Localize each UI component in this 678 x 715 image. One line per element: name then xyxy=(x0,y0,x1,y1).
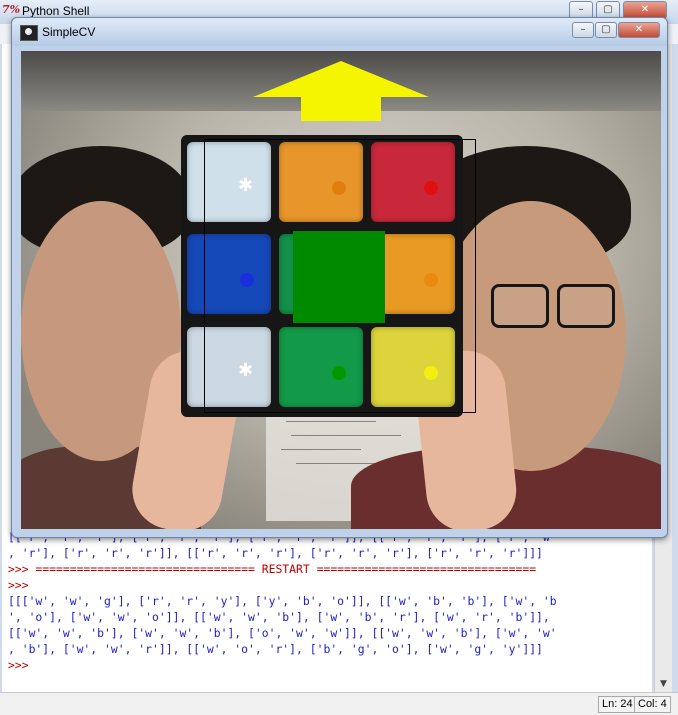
camera-icon xyxy=(20,25,38,41)
sticker-marker xyxy=(332,273,346,287)
shell-window-title: Python Shell xyxy=(22,4,90,18)
sticker-marker: ✱ xyxy=(238,175,254,196)
shell-output-line: , 'b'], ['w', 'w', 'r']], [['w', 'o', 'r… xyxy=(8,642,543,656)
glasses-left-lens xyxy=(491,284,549,328)
sticker-marker: ✱ xyxy=(238,360,254,381)
simplecv-close-button[interactable]: ✕ xyxy=(618,22,660,38)
shell-output-line: [['w', 'w', 'b'], ['w', 'w', 'b'], ['o',… xyxy=(8,626,557,640)
sticker-marker xyxy=(424,181,438,195)
sticker-marker xyxy=(332,181,346,195)
shell-output-line: >>> xyxy=(8,578,36,592)
column-number-indicator: Col: 4 xyxy=(634,696,671,713)
shell-output-line: >>> ================================ RES… xyxy=(8,562,537,576)
simplecv-window-title: SimpleCV xyxy=(42,25,96,39)
simplecv-minimize-button[interactable]: – xyxy=(572,22,594,38)
sticker-marker xyxy=(424,273,438,287)
shell-output-line: [[['w', 'w', 'g'], ['r', 'r', 'y'], ['y'… xyxy=(8,594,557,608)
shell-output-line: , 'r'], ['r', 'r', 'r']], [['r', 'r', 'r… xyxy=(8,546,543,560)
simplecv-maximize-button[interactable]: ▢ xyxy=(595,22,617,38)
shell-output-line: >>> xyxy=(8,658,36,672)
line-number-indicator: Ln: 24 xyxy=(598,696,637,713)
scroll-down-icon[interactable]: ▼ xyxy=(655,676,672,692)
up-arrow-icon xyxy=(253,61,429,121)
sticker-marker xyxy=(240,273,254,287)
sticker-marker xyxy=(332,366,346,380)
simplecv-titlebar[interactable]: SimpleCV – ▢ ✕ xyxy=(12,18,667,46)
camera-feed-image: ✱ ✱ xyxy=(21,51,661,529)
shell-output-line: ', 'o'], ['w', 'w', 'o']], [['w', 'w', '… xyxy=(8,610,550,624)
glasses-right-lens xyxy=(557,284,615,328)
shell-statusbar: Ln: 24 Col: 4 xyxy=(0,692,678,715)
simplecv-window: SimpleCV – ▢ ✕ ✱ ✱ xyxy=(11,17,668,538)
sticker-marker xyxy=(424,366,438,380)
